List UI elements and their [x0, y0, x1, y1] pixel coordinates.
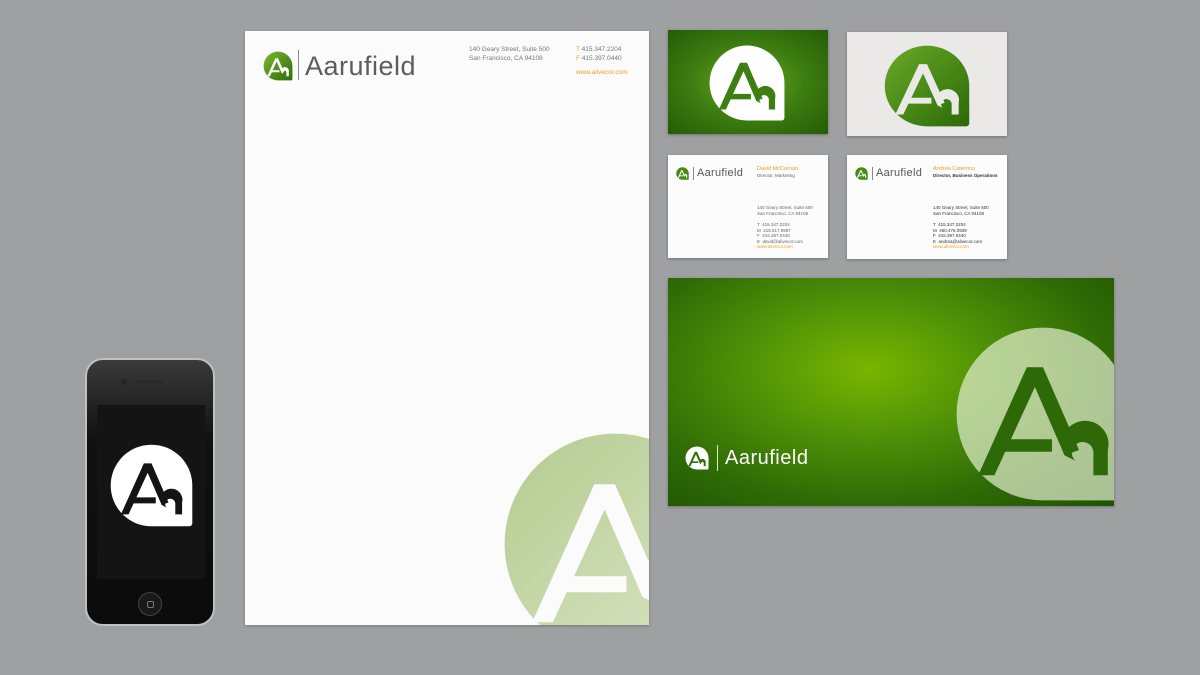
smartphone-mockup	[85, 358, 215, 626]
phone-home-button[interactable]	[138, 592, 162, 616]
phone-screen	[97, 405, 205, 579]
card-address: 140 Geary Street, Suite 500 San Francisc…	[757, 205, 813, 216]
letterhead-url: www.alivecor.com	[576, 69, 628, 76]
envelope-banner: Aarufield	[668, 278, 1114, 506]
phone-camera	[121, 379, 127, 385]
letterhead: Aarufield 140 Geary Street, Suite 500 Sa…	[245, 31, 649, 625]
logo-divider	[717, 445, 718, 471]
aa-monogram-icon	[685, 446, 709, 470]
phone-speaker	[136, 380, 164, 384]
card-person-role: Director, Business Operations	[933, 173, 998, 178]
brand-wordmark: Aarufield	[697, 167, 744, 179]
aa-monogram-icon	[110, 444, 193, 527]
letterhead-address: 140 Geary Street, Suite 500 San Francisc…	[469, 46, 550, 62]
brand-wordmark: Aarufield	[725, 447, 809, 469]
card-contacts: T 415.347.2204 M 460.476.0939 F 415.397.…	[933, 222, 983, 244]
home-square-icon	[147, 601, 154, 608]
business-card-green-front	[668, 30, 828, 134]
logo-divider	[872, 167, 873, 180]
card-person-role: Director, Marketing	[757, 173, 795, 178]
aa-monogram-watermark-icon	[504, 433, 649, 625]
card-url: www.alivecor.com	[933, 244, 969, 249]
business-card-grey-front	[847, 32, 1007, 136]
card-contacts: T 415.347.2204 M 415.517.9987 F 415.397.…	[757, 222, 803, 244]
card-url: www.alivecor.com	[757, 244, 793, 249]
brand-wordmark: Aarufield	[305, 51, 417, 81]
aa-monogram-large-icon	[956, 327, 1114, 501]
aa-monogram-icon	[263, 51, 293, 81]
business-card-david: Aarufield David McCarnan Director, Marke…	[668, 155, 828, 258]
brand-wordmark: Aarufield	[876, 167, 923, 179]
aa-monogram-icon	[855, 167, 868, 180]
card-person-name: Andrea Caterrino	[933, 166, 975, 172]
aa-monogram-icon	[884, 45, 970, 127]
card-address: 140 Geary Street, Suite 500 San Francisc…	[933, 205, 989, 216]
aa-monogram-icon	[676, 167, 689, 180]
logo-divider	[298, 50, 299, 80]
business-card-andrea: Aarufield Andrea Caterrino Director, Bus…	[847, 155, 1007, 259]
letterhead-phones: T 415.347.2204 F 415.397.0440	[576, 46, 622, 62]
logo-divider	[693, 167, 694, 180]
card-person-name: David McCarnan	[757, 166, 798, 172]
aa-monogram-icon	[709, 45, 785, 121]
